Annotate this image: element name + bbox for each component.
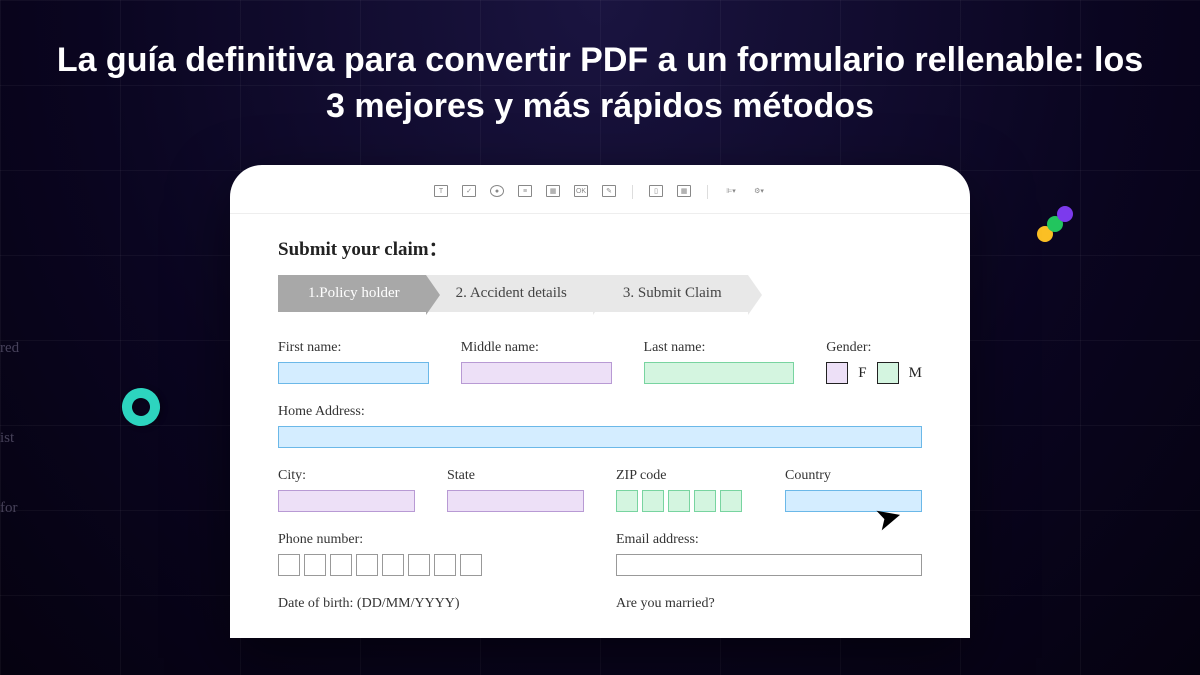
button-tool-icon[interactable]: OK — [574, 185, 588, 197]
email-label: Email address: — [616, 532, 922, 548]
married-label: Are you married? — [616, 596, 922, 612]
phone-digit-input[interactable] — [382, 554, 404, 576]
last-name-input[interactable] — [644, 362, 795, 384]
align-tool-icon[interactable]: ⊫▾ — [724, 185, 738, 197]
email-field: Email address: — [616, 532, 922, 576]
state-input[interactable] — [447, 490, 584, 512]
first-name-input[interactable] — [278, 362, 429, 384]
home-address-input[interactable] — [278, 426, 922, 448]
signature-tool-icon[interactable]: ✎ — [602, 185, 616, 197]
first-name-field: First name: — [278, 340, 429, 384]
page-tool-icon[interactable]: ▯ — [649, 185, 663, 197]
city-field: City: — [278, 468, 415, 512]
bg-text-fragment: ist — [0, 430, 14, 447]
bg-text-fragment: red — [0, 340, 19, 357]
phone-field: Phone number: — [278, 532, 584, 576]
step-accident-details[interactable]: 2. Accident details — [426, 275, 593, 312]
progress-stepper: 1.Policy holder 2. Accident details 3. S… — [278, 275, 922, 312]
step-policy-holder[interactable]: 1.Policy holder — [278, 275, 426, 312]
middle-name-label: Middle name: — [461, 340, 612, 356]
zip-digit-input[interactable] — [616, 490, 638, 512]
phone-digit-input[interactable] — [304, 554, 326, 576]
phone-digit-input[interactable] — [460, 554, 482, 576]
country-input[interactable] — [785, 490, 922, 512]
middle-name-input[interactable] — [461, 362, 612, 384]
bg-text-fragment: for — [0, 500, 18, 517]
squiggle-decoration-icon — [1030, 200, 1080, 250]
phone-digit-input[interactable] — [356, 554, 378, 576]
gender-f-checkbox[interactable] — [826, 362, 848, 384]
state-field: State — [447, 468, 584, 512]
radio-tool-icon[interactable]: ● — [490, 185, 504, 197]
email-input[interactable] — [616, 554, 922, 576]
city-label: City: — [278, 468, 415, 484]
text-field-tool-icon[interactable]: T — [434, 185, 448, 197]
phone-label: Phone number: — [278, 532, 584, 548]
married-field: Are you married? — [616, 596, 922, 618]
dropdown-tool-icon[interactable]: ▦ — [546, 185, 560, 197]
first-name-label: First name: — [278, 340, 429, 356]
grid-tool-icon[interactable]: ▦ — [677, 185, 691, 197]
zip-digit-input[interactable] — [720, 490, 742, 512]
zip-digit-input[interactable] — [694, 490, 716, 512]
phone-digit-input[interactable] — [278, 554, 300, 576]
toolbar-separator — [707, 185, 708, 199]
dob-label: Date of birth: (DD/MM/YYYY) — [278, 596, 584, 612]
form-title: Submit your claim： — [278, 234, 922, 261]
dob-field: Date of birth: (DD/MM/YYYY) — [278, 596, 584, 618]
zip-label: ZIP code — [616, 468, 753, 484]
home-address-label: Home Address: — [278, 404, 922, 420]
settings-tool-icon[interactable]: ⚙▾ — [752, 185, 766, 197]
list-tool-icon[interactable]: ≡ — [518, 185, 532, 197]
city-input[interactable] — [278, 490, 415, 512]
phone-digit-input[interactable] — [408, 554, 430, 576]
page-headline: La guía definitiva para convertir PDF a … — [50, 38, 1150, 130]
zip-digit-input[interactable] — [668, 490, 690, 512]
last-name-field: Last name: — [644, 340, 795, 384]
gender-m-checkbox[interactable] — [877, 362, 899, 384]
phone-digit-input[interactable] — [434, 554, 456, 576]
toolbar-separator — [632, 185, 633, 199]
country-field: Country ➤ — [785, 468, 922, 512]
torus-decoration-icon — [117, 383, 166, 432]
phone-digit-input[interactable] — [330, 554, 352, 576]
gender-f-label: F — [858, 365, 866, 382]
zip-digit-input[interactable] — [642, 490, 664, 512]
country-label: Country — [785, 468, 922, 484]
step-submit-claim[interactable]: 3. Submit Claim — [593, 275, 748, 312]
zip-field: ZIP code — [616, 468, 753, 512]
checkbox-tool-icon[interactable]: ✓ — [462, 185, 476, 197]
form-toolbar: T ✓ ● ≡ ▦ OK ✎ ▯ ▦ ⊫▾ ⚙▾ — [230, 181, 970, 214]
middle-name-field: Middle name: — [461, 340, 612, 384]
gender-label: Gender: — [826, 340, 922, 356]
gender-field: Gender: F M — [826, 340, 922, 384]
last-name-label: Last name: — [644, 340, 795, 356]
gender-m-label: M — [909, 365, 922, 382]
pdf-editor-window: T ✓ ● ≡ ▦ OK ✎ ▯ ▦ ⊫▾ ⚙▾ Submit your cla… — [230, 165, 970, 638]
state-label: State — [447, 468, 584, 484]
form-body: Submit your claim： 1.Policy holder 2. Ac… — [230, 214, 970, 618]
